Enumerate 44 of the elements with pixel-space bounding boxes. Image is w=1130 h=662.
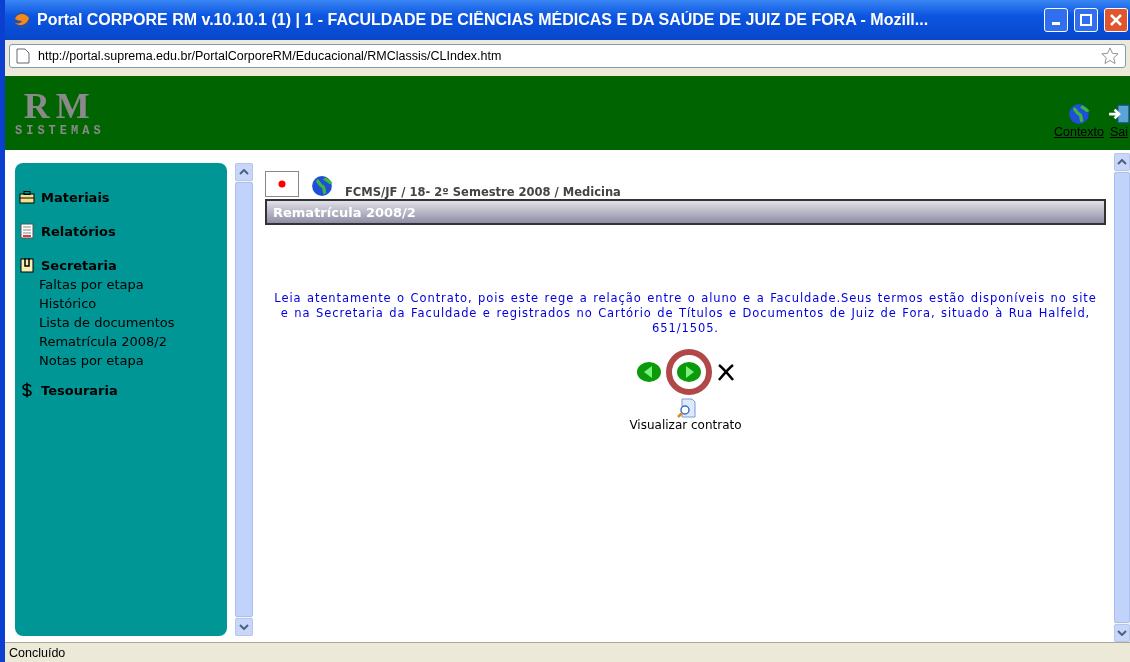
door-arrow-icon (1108, 103, 1130, 125)
section-title: Rematrícula 2008/2 (265, 199, 1106, 225)
chevron-up-icon[interactable] (239, 169, 249, 175)
back-icon[interactable] (635, 361, 662, 383)
document-icon (19, 223, 35, 239)
window-title: Portal CORPORE RM v.10.10.1 (1) | 1 - FACULDADE DE CIÊNCIAS MÉDICAS E DA SAÚDE DE JUIZ DE FORA - Mozill... (37, 11, 930, 29)
star-icon[interactable] (1101, 47, 1119, 65)
close-icon[interactable] (715, 362, 736, 382)
page-icon (16, 48, 30, 64)
menu-item[interactable]: Faltas por etapa (39, 275, 227, 294)
menu-item[interactable]: Histórico (39, 294, 227, 313)
menu-item[interactable]: Rematrícula 2008/2 (39, 332, 227, 351)
logo: RM SISTEMAS (15, 88, 105, 138)
menu-group[interactable]: Tesouraria (19, 382, 227, 398)
menu-group[interactable]: Secretaria (19, 257, 227, 273)
forward-icon[interactable] (663, 348, 714, 396)
minimize-button[interactable] (1044, 8, 1068, 32)
address-field[interactable]: http://portal.suprema.edu.br/PortalCorporeRM/Educacional/RMClassis/CLIndex.htm (9, 44, 1126, 68)
flag-icon (265, 171, 299, 197)
dollar-icon (19, 382, 35, 398)
vertical-scrollbar[interactable] (235, 163, 253, 636)
briefcase-icon (19, 189, 35, 205)
contract-notice: Leia atentamente o Contrato, pois este rege a relação entre o aluno e a Faculdade.Seus termos estão disponíveis no site e na Secretaria da Faculdade e registrados no Cartório de Títulos e Documentos de Juiz de Fora, situado à Rua Halfeld, 651/1505. (273, 291, 1098, 336)
chevron-down-icon[interactable] (1117, 630, 1127, 636)
menu-item[interactable]: Lista de documentos (39, 313, 227, 332)
view-contract-link[interactable]: Visualizar contrato (265, 398, 1106, 432)
menu-item[interactable]: Notas por etapa (39, 351, 227, 370)
globe-icon (311, 175, 333, 197)
minimize-icon (1052, 22, 1060, 25)
status-text: Concluído (9, 645, 66, 660)
close-icon (1110, 14, 1122, 26)
menu-group[interactable]: Materiais (19, 189, 227, 205)
breadcrumb: FCMS/JF / 18- 2º Semestre 2008 / Medicina (345, 185, 621, 199)
close-button[interactable] (1104, 8, 1128, 32)
clipboard-icon (19, 257, 35, 273)
maximize-button[interactable] (1074, 8, 1098, 32)
maximize-icon (1080, 14, 1092, 26)
chevron-up-icon[interactable] (1117, 159, 1127, 165)
magnifier-icon (675, 398, 696, 418)
vertical-scrollbar[interactable] (1114, 153, 1130, 642)
chevron-down-icon[interactable] (239, 624, 249, 630)
browser-icon (13, 11, 31, 29)
menu-group[interactable]: Relatórios (19, 223, 227, 239)
globe-icon (1068, 103, 1090, 125)
